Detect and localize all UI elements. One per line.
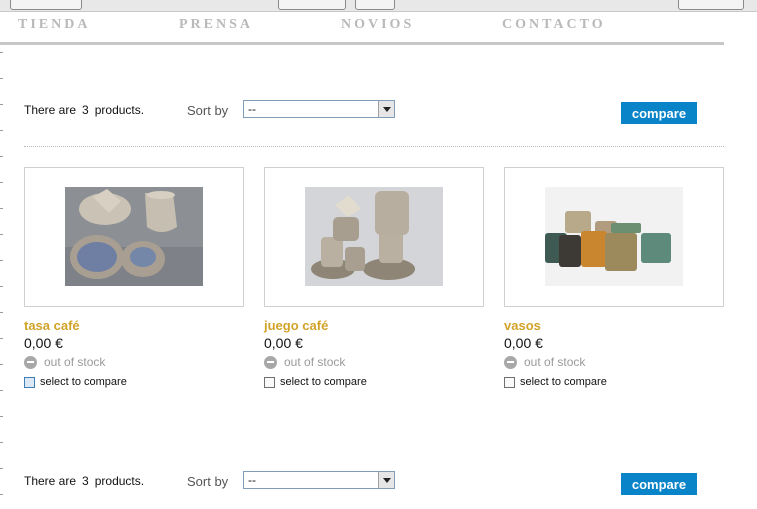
stock-status: out of stock	[24, 355, 244, 369]
compare-button[interactable]: compare	[621, 102, 697, 124]
stock-status: out of stock	[264, 355, 484, 369]
stock-label: out of stock	[524, 355, 586, 369]
product-price: 0,00 €	[264, 335, 303, 351]
count-number: 3	[82, 103, 89, 117]
sort-label: Sort by	[187, 103, 229, 118]
out-of-stock-icon	[24, 355, 37, 369]
out-of-stock-icon	[264, 355, 277, 369]
nav-item-novios[interactable]: NOVIOS	[341, 17, 414, 33]
product-name[interactable]: vasos	[504, 318, 724, 333]
dropdown-arrow-icon[interactable]	[378, 472, 394, 488]
stock-status: out of stock	[504, 355, 724, 369]
product-name[interactable]: juego café	[264, 318, 484, 333]
nav-item-prensa[interactable]: PRENSA	[179, 17, 253, 33]
product-price: 0,00 €	[504, 335, 543, 351]
sort-select-value: --	[248, 102, 256, 116]
product-image-frame[interactable]	[504, 167, 724, 307]
compare-checkbox-label[interactable]: select to compare	[40, 376, 127, 388]
count-prefix: There are	[24, 103, 77, 117]
product-count: There are 3 products.	[24, 474, 144, 488]
sort-label: Sort by	[187, 474, 229, 489]
product-photo[interactable]	[305, 187, 443, 286]
sort-select[interactable]: --	[243, 471, 395, 489]
browser-button-stub[interactable]	[278, 0, 346, 10]
product-photo[interactable]	[65, 187, 203, 286]
stock-label: out of stock	[44, 355, 106, 369]
product-photo[interactable]	[545, 187, 683, 286]
browser-button-stub[interactable]	[355, 0, 395, 10]
browser-button-stub[interactable]	[10, 0, 82, 10]
left-dotted-margin	[0, 52, 3, 509]
product-card: tasa café 0,00 € out of stock select to …	[24, 167, 244, 388]
product-card: juego café 0,00 € out of stock select to…	[264, 167, 484, 388]
product-price: 0,00 €	[24, 335, 63, 351]
compare-option: select to compare	[504, 376, 724, 388]
compare-button[interactable]: compare	[621, 473, 697, 495]
sort-select-value: --	[248, 473, 256, 487]
sort-select[interactable]: --	[243, 100, 395, 118]
count-number: 3	[82, 474, 89, 488]
compare-checkbox-label[interactable]: select to compare	[520, 376, 607, 388]
stock-label: out of stock	[284, 355, 346, 369]
browser-toolbar-strip	[0, 0, 757, 12]
product-name[interactable]: tasa café	[24, 318, 244, 333]
count-prefix: There are	[24, 474, 77, 488]
compare-option: select to compare	[264, 376, 484, 388]
nav-divider	[0, 42, 724, 45]
product-toolbar-bottom: There are 3 products. Sort by -- compare	[24, 471, 697, 495]
count-suffix: products.	[94, 103, 145, 117]
compare-checkbox[interactable]	[264, 376, 275, 388]
out-of-stock-icon	[504, 355, 517, 369]
nav-item-contacto[interactable]: CONTACTO	[502, 17, 606, 33]
toolbar-divider	[24, 146, 724, 148]
compare-checkbox[interactable]	[24, 376, 35, 388]
main-nav: TIENDA PRENSA NOVIOS CONTACTO	[0, 12, 724, 44]
product-card: vasos 0,00 € out of stock select to comp…	[504, 167, 724, 388]
count-suffix: products.	[94, 474, 145, 488]
dropdown-arrow-icon[interactable]	[378, 101, 394, 117]
product-count: There are 3 products.	[24, 103, 144, 117]
nav-item-tienda[interactable]: TIENDA	[18, 17, 90, 33]
product-image-frame[interactable]	[24, 167, 244, 307]
compare-option: select to compare	[24, 376, 244, 388]
product-image-frame[interactable]	[264, 167, 484, 307]
compare-checkbox-label[interactable]: select to compare	[280, 376, 367, 388]
browser-button-stub[interactable]	[678, 0, 744, 10]
product-toolbar-top: There are 3 products. Sort by -- compare	[24, 100, 697, 124]
compare-checkbox[interactable]	[504, 376, 515, 388]
